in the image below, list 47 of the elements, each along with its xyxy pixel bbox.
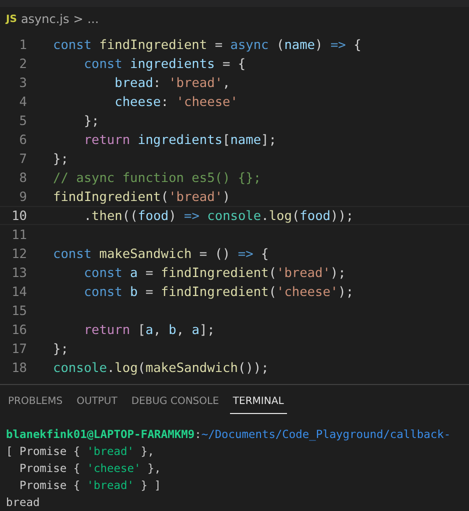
line-number: 18 [10,360,27,376]
code-line: findIngredient('bread') [53,189,230,205]
line-number: 2 [18,56,27,72]
line-number: 6 [18,132,27,148]
line-number: 12 [10,246,27,262]
terminal-line: blanekfink01@LAPTOP-FARAMKM9:~/Documents/Code_Playground/callback- [6,427,452,443]
line-number: 5 [18,113,27,129]
breadcrumb-separator: > [73,12,84,26]
terminal-line: Promise { 'cheese' }, [18,461,162,477]
line-number: 3 [18,75,27,91]
line-number: 1 [18,37,27,53]
code-line: return ingredients[name]; [82,132,276,148]
code-line: console.log(makeSandwich()); [53,360,269,376]
line-number: 17 [10,341,27,357]
javascript-file-icon: JS [6,14,17,24]
panel-tab[interactable]: OUTPUT [74,393,120,414]
code-line: const ingredients = { [82,56,246,72]
line-number: 13 [10,265,27,281]
terminal-line: bread [6,495,41,511]
line-number: 16 [10,322,27,338]
code-line: return [a, b, a]; [82,322,215,338]
breadcrumb-more[interactable]: ... [87,12,99,26]
code-line: .then((food) => console.log(food)); [82,208,354,224]
panel-tab[interactable]: PROBLEMS [5,393,66,414]
line-number: 11 [10,227,27,243]
line-number: 15 [10,303,27,319]
panel-tab[interactable]: DEBUG CONSOLE [128,393,222,414]
panel-tab[interactable]: TERMINAL [230,393,287,414]
code-line: const a = findIngredient('bread'); [82,265,346,281]
line-number: 8 [18,170,27,186]
code-line: }; [53,341,68,357]
code-line: bread: 'bread', [114,75,230,91]
code-line: const findIngredient = async (name) => { [53,37,362,53]
line-number: 7 [18,151,27,167]
terminal-line: Promise { 'bread' } ] [18,478,162,494]
line-number: 9 [18,189,27,205]
code-line: cheese: 'cheese' [114,94,238,110]
code-line: }; [53,151,68,167]
code-line: const makeSandwich = () => { [53,246,269,262]
line-number: 14 [10,284,27,300]
line-number: 10 [10,208,27,224]
terminal-line: [ Promise { 'bread' }, [6,444,156,460]
code-line: // async function es5() {}; [53,170,262,186]
code-line: }; [82,113,100,129]
code-line: const b = findIngredient('cheese'); [82,284,354,300]
line-number: 4 [18,94,27,110]
breadcrumb-file[interactable]: async.js [20,12,70,26]
